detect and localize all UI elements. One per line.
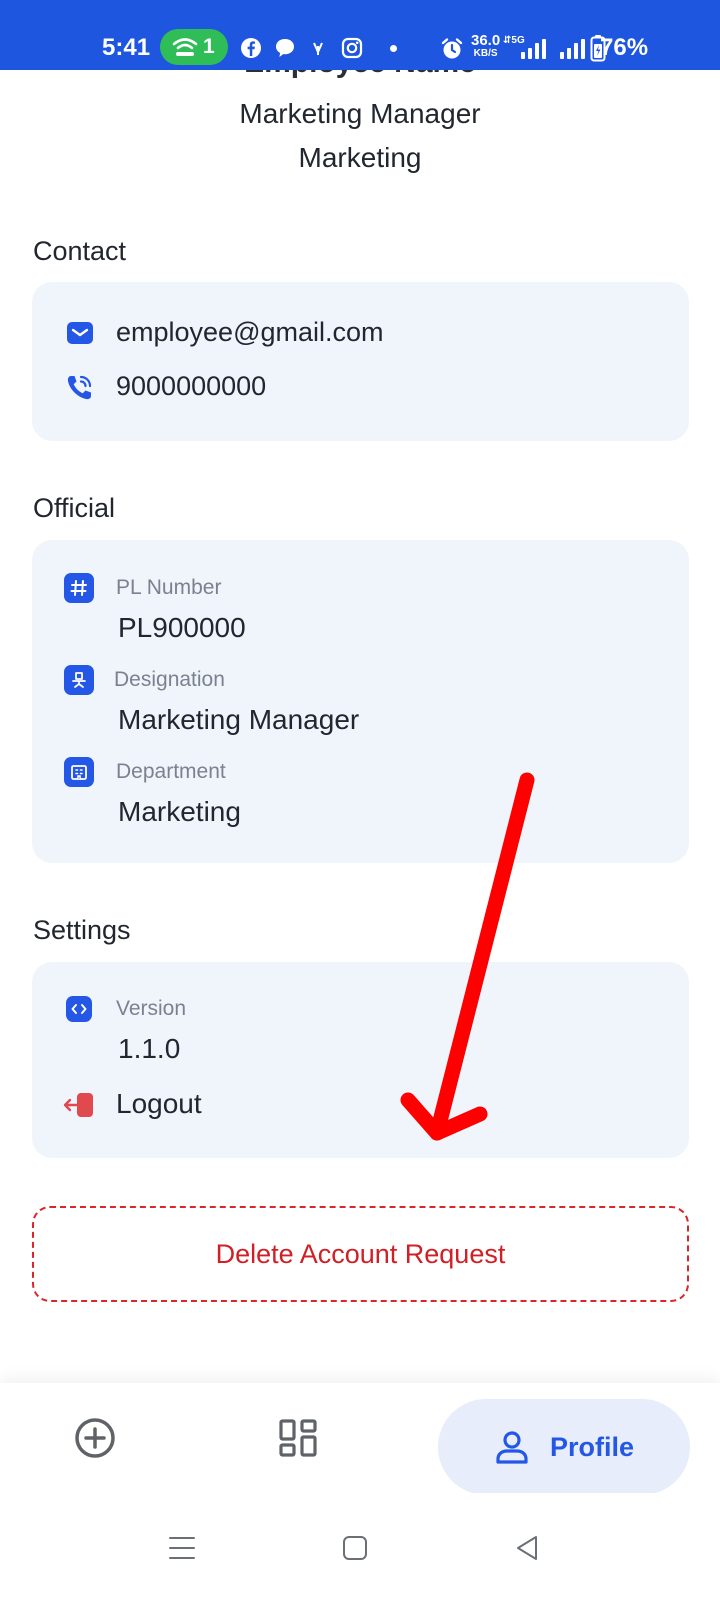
logout-icon — [63, 1093, 93, 1117]
version-value: 1.1.0 — [118, 1033, 181, 1064]
status-time: 5:41 — [102, 34, 151, 61]
contact-section-title: Contact — [33, 236, 127, 266]
menu-icon — [169, 1537, 195, 1559]
profile-department: Marketing — [298, 142, 422, 173]
signal-arrow-icon — [313, 42, 323, 55]
department-value: Marketing — [118, 796, 241, 827]
net-speed: 36.0 KB/S — [471, 32, 501, 59]
nav-profile-label: Profile — [549, 1431, 635, 1462]
plus-circle-icon — [75, 1418, 115, 1458]
hash-icon — [64, 573, 94, 603]
hotspot-icon — [172, 38, 198, 56]
employee-name: Employee Name — [0, 70, 720, 80]
net-speed-unit: KB/S — [473, 48, 498, 59]
designation-value: Marketing Manager — [118, 704, 360, 735]
instagram-icon — [341, 37, 363, 59]
delete-account-request-button[interactable]: Delete Account Request — [32, 1206, 689, 1302]
contact-phone[interactable]: 9000000000 — [116, 371, 266, 402]
system-home-button[interactable] — [325, 1523, 385, 1573]
status-bar: 5:41 1 36.0 KB/S ⇵5G 76% — [0, 0, 720, 70]
mail-icon — [67, 322, 93, 344]
chat-icon — [276, 39, 294, 57]
pl-number-label: PL Number — [116, 576, 222, 599]
building-icon — [64, 757, 94, 787]
battery-percent: 76% — [600, 34, 649, 61]
contact-email[interactable]: employee@gmail.com — [116, 317, 384, 348]
official-card: PL Number PL900000 Designation Marketing… — [32, 540, 689, 863]
phone-icon — [67, 375, 92, 400]
settings-section-title: Settings — [33, 915, 131, 945]
code-icon — [66, 996, 92, 1022]
system-menu-button[interactable] — [152, 1523, 212, 1573]
version-label: Version — [116, 997, 187, 1020]
bottom-nav: Profile — [0, 1383, 720, 1495]
logout-button[interactable]: Logout — [116, 1088, 202, 1120]
chair-icon — [64, 665, 94, 695]
net-speed-value: 36.0 — [471, 32, 501, 49]
nav-dashboard-button[interactable] — [266, 1383, 330, 1493]
alarm-icon — [441, 38, 463, 59]
signal-strength-icon-1 — [521, 39, 546, 59]
nav-add-button[interactable] — [63, 1383, 127, 1493]
facebook-icon — [241, 38, 261, 58]
hotspot-count: 1 — [203, 35, 215, 58]
home-square-icon — [343, 1536, 367, 1560]
employee-name-clip: Employee Name — [0, 70, 720, 80]
department-label: Department — [116, 760, 226, 783]
user-icon — [496, 1431, 528, 1464]
hotspot-pill: 1 — [160, 29, 228, 65]
official-section-title: Official — [33, 493, 116, 523]
dashboard-icon — [279, 1419, 317, 1457]
system-back-button[interactable] — [497, 1523, 557, 1573]
designation-label: Designation — [114, 668, 225, 691]
pl-number-value: PL900000 — [118, 612, 246, 643]
settings-card: Version 1.1.0 Logout — [32, 962, 689, 1158]
profile-role: Marketing Manager — [239, 98, 481, 129]
system-nav-bar — [0, 1493, 720, 1600]
signal-strength-icon-2 — [560, 39, 585, 59]
delete-account-request-label: Delete Account Request — [215, 1238, 506, 1269]
nav-profile-button[interactable]: Profile — [438, 1399, 690, 1495]
contact-card: employee@gmail.com 9000000000 — [32, 282, 689, 441]
back-triangle-icon — [517, 1536, 537, 1560]
notification-dot — [390, 45, 397, 52]
